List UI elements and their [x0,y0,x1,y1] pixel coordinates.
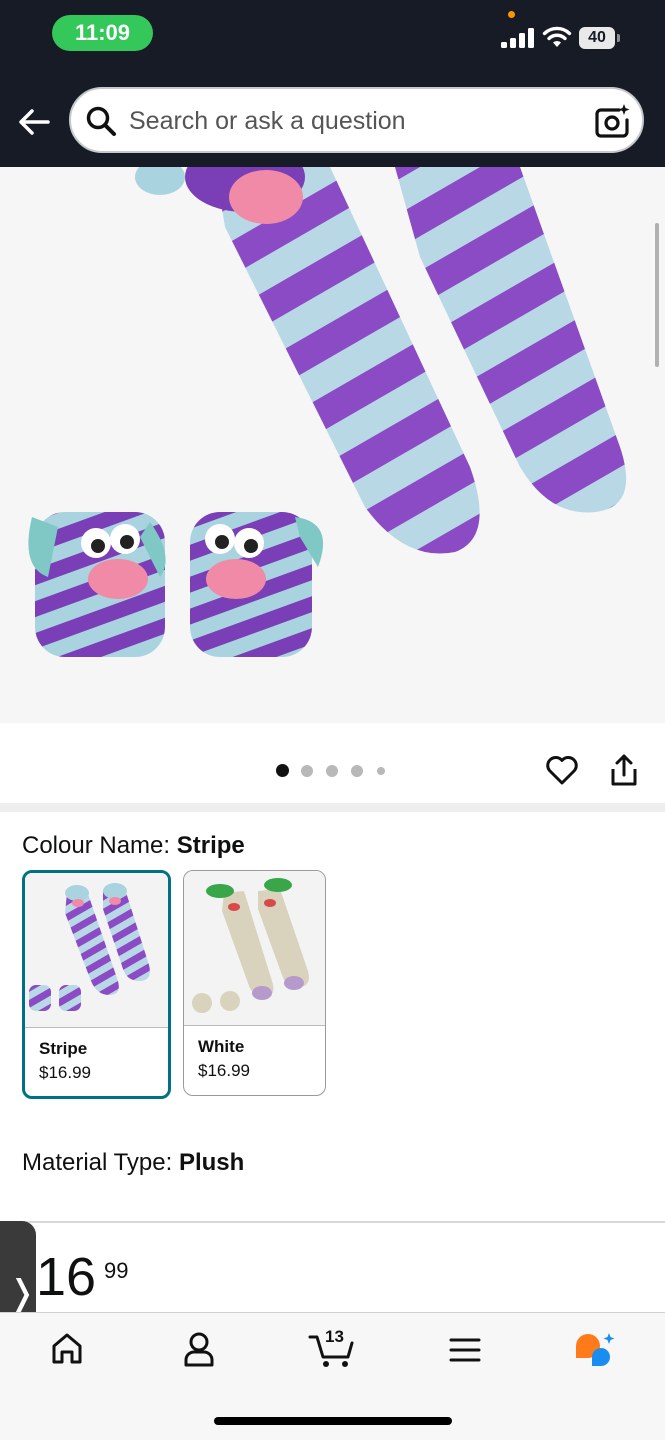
colour-name-label: Colour Name: Stripe [22,832,245,859]
rufus-ai-icon[interactable] [574,1331,618,1371]
home-icon[interactable] [50,1331,84,1367]
search-icon [86,106,116,136]
camera-search-icon[interactable] [593,102,631,140]
signal-icon [501,28,534,48]
cart-icon[interactable] [308,1333,356,1369]
material-type-label: Material Type: Plush [22,1149,245,1176]
carousel-dot-4[interactable] [351,765,363,777]
status-time: 11:09 [52,15,153,51]
search-input[interactable]: Search or ask a question [69,87,644,153]
battery-level: 40 [579,27,615,49]
section-separator [0,803,665,812]
swatch-name: White [198,1037,245,1056]
swatch-price: $16.99 [39,1063,91,1082]
section-divider [0,1221,665,1223]
wifi-icon [542,26,572,47]
product-image-carousel[interactable] [0,167,665,723]
back-arrow-icon[interactable] [16,104,52,140]
menu-icon[interactable] [449,1337,481,1363]
battery-icon: 40 [579,27,620,49]
chevron-right-icon: ❭ [8,1274,37,1312]
scroll-indicator [655,223,659,367]
price-whole: 16 [36,1247,97,1307]
home-indicator[interactable] [214,1417,452,1425]
privacy-indicator-dot [508,11,515,18]
swatch-price: $16.99 [198,1061,250,1080]
colour-name-value: Stripe [176,832,245,859]
heart-icon[interactable] [545,754,579,786]
account-icon[interactable] [182,1331,216,1369]
carousel-dot-3[interactable] [326,765,338,777]
share-icon[interactable] [609,753,639,787]
bottom-navigation: 13 [0,1312,665,1440]
carousel-dot-5[interactable] [377,767,385,775]
swatch-image-white [184,871,325,1026]
swatch-stripe[interactable]: Stripe $16.99 [22,870,171,1099]
product-image [28,167,627,657]
carousel-dot-2[interactable] [301,765,313,777]
swatch-image-stripe [25,873,168,1028]
carousel-dot-1[interactable] [276,764,289,777]
gallery-controls [0,723,665,805]
swatch-name: Stripe [39,1039,88,1058]
price-fraction: 99 [104,1258,129,1283]
material-type-value: Plush [178,1149,245,1176]
search-header: Search or ask a question [0,84,665,167]
swatch-white[interactable]: White $16.99 [183,870,326,1096]
search-placeholder: Search or ask a question [129,107,406,135]
status-bar: 11:09 40 [0,0,665,84]
